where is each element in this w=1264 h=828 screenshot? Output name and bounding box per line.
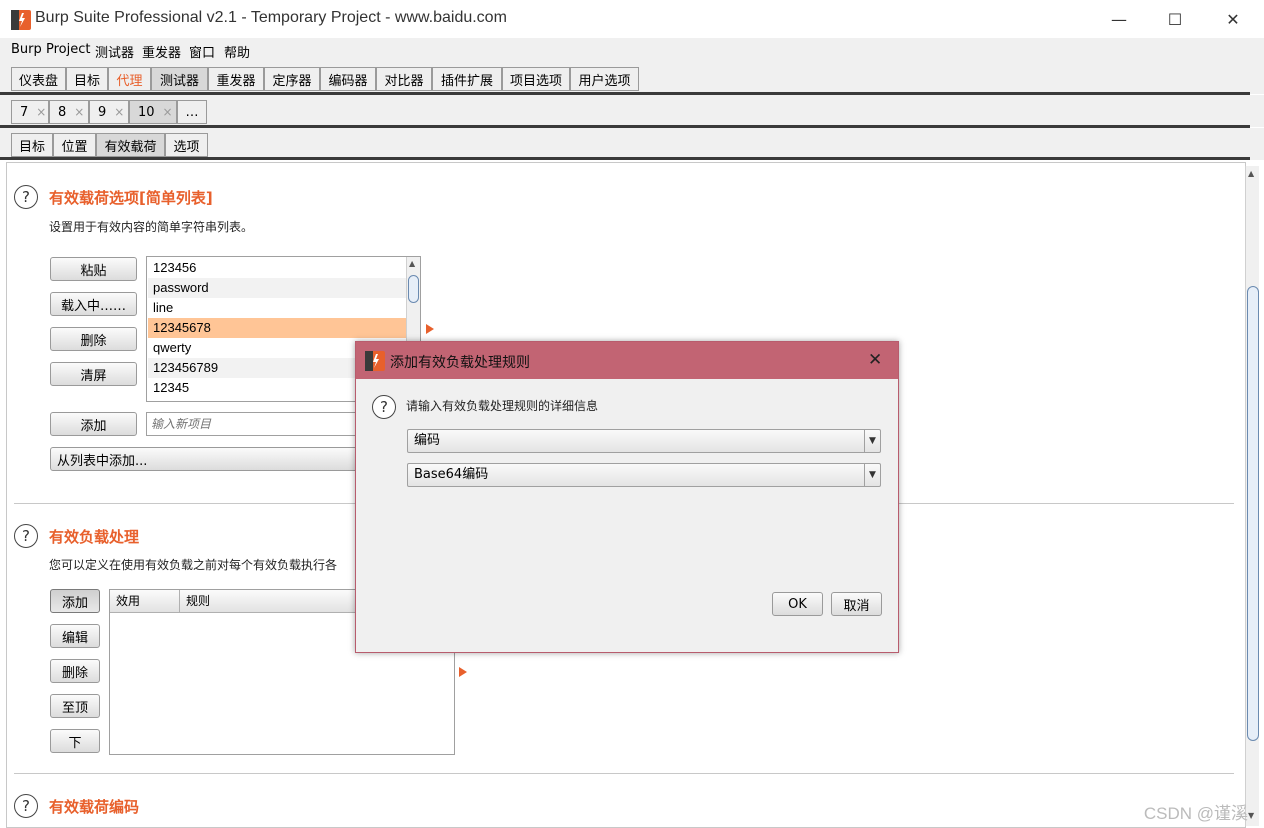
- close-tab-icon[interactable]: ×: [36, 105, 46, 119]
- close-icon[interactable]: ✕: [868, 350, 882, 370]
- chevron-down-icon[interactable]: ▼: [864, 464, 880, 486]
- rule-option-select[interactable]: Base64编码 ▼: [407, 463, 881, 487]
- menu-window[interactable]: 窗口: [189, 42, 215, 61]
- help-icon[interactable]: ?: [14, 794, 38, 818]
- tab-user-options[interactable]: 用户选项: [570, 67, 639, 91]
- remove-button[interactable]: 删除: [50, 327, 137, 351]
- list-item[interactable]: password: [148, 278, 406, 298]
- scroll-down-icon[interactable]: ▼: [1248, 811, 1254, 820]
- attack-tab-9[interactable]: 9 ×: [89, 100, 129, 124]
- load-button[interactable]: 载入中……: [50, 292, 137, 316]
- tab-repeater[interactable]: 重发器: [208, 67, 264, 91]
- subtab-target[interactable]: 目标: [11, 133, 53, 157]
- tab-divider: [0, 157, 1250, 160]
- attack-tab-7[interactable]: 7 ×: [11, 100, 49, 124]
- scroll-thumb[interactable]: [408, 275, 419, 303]
- attack-tab-label: 9: [98, 104, 107, 120]
- section-divider: [14, 773, 1234, 774]
- remove-rule-button[interactable]: 删除: [50, 659, 100, 683]
- attack-tab-label: 8: [58, 104, 67, 120]
- scroll-up-icon[interactable]: ▲: [409, 259, 415, 268]
- add-processing-rule-dialog: 添加有效负载处理规则 ✕ ? 请输入有效负载处理规则的详细信息 编码 ▼ Bas…: [355, 341, 899, 653]
- tab-intruder[interactable]: 测试器: [151, 67, 208, 91]
- list-item[interactable]: 123456: [148, 258, 406, 278]
- new-attack-tab[interactable]: …: [177, 100, 207, 124]
- paste-button[interactable]: 粘贴: [50, 257, 137, 281]
- list-item[interactable]: line: [148, 298, 406, 318]
- tab-comparer[interactable]: 对比器: [376, 67, 432, 91]
- tab-decoder[interactable]: 编码器: [320, 67, 376, 91]
- scroll-thumb[interactable]: [1247, 286, 1259, 741]
- add-rule-button[interactable]: 添加: [50, 589, 100, 613]
- payload-options-description: 设置用于有效内容的简单字符串列表。: [49, 220, 254, 234]
- attack-tab-label: 7: [20, 104, 29, 120]
- add-from-list-dropdown[interactable]: 从列表中添加...: [50, 447, 360, 471]
- menu-repeater[interactable]: 重发器: [142, 42, 181, 61]
- ok-button[interactable]: OK: [772, 592, 823, 616]
- tab-sequencer[interactable]: 定序器: [264, 67, 320, 91]
- minimize-button[interactable]: —: [1090, 0, 1148, 38]
- new-item-input[interactable]: [146, 412, 361, 436]
- payload-encoding-title: 有效载荷编码: [49, 798, 140, 816]
- dialog-title: 添加有效负载处理规则: [390, 355, 530, 371]
- window-title: Burp Suite Professional v2.1 - Temporary…: [35, 9, 507, 26]
- payload-processing-description: 您可以定义在使用有效负载之前对每个有效负载执行各: [49, 558, 338, 572]
- attack-tab-10[interactable]: 10 ×: [129, 100, 177, 124]
- burp-logo-icon: [365, 351, 385, 371]
- add-item-button[interactable]: 添加: [50, 412, 137, 436]
- close-tab-icon[interactable]: ×: [114, 105, 124, 119]
- menu-burp[interactable]: Burp: [11, 42, 42, 57]
- close-window-button[interactable]: ✕: [1204, 0, 1262, 38]
- tab-target[interactable]: 目标: [66, 67, 108, 91]
- maximize-button[interactable]: ☐: [1146, 0, 1204, 38]
- menu-intruder[interactable]: 测试器: [95, 42, 134, 61]
- move-up-button[interactable]: 至顶: [50, 694, 100, 718]
- tab-proxy[interactable]: 代理: [108, 67, 151, 91]
- edit-rule-button[interactable]: 编辑: [50, 624, 100, 648]
- rule-type-select[interactable]: 编码 ▼: [407, 429, 881, 453]
- column-enabled[interactable]: 效用: [110, 590, 180, 613]
- clear-button[interactable]: 清屏: [50, 362, 137, 386]
- cancel-button[interactable]: 取消: [831, 592, 882, 616]
- expand-arrow-icon[interactable]: [426, 324, 434, 334]
- subtab-payloads[interactable]: 有效载荷: [96, 133, 165, 157]
- attack-tab-label: 10: [138, 104, 155, 120]
- move-down-button[interactable]: 下: [50, 729, 100, 753]
- payload-options-title: 有效载荷选项[简单列表]: [49, 189, 213, 207]
- tab-project-options[interactable]: 项目选项: [502, 67, 570, 91]
- dialog-prompt: 请输入有效负载处理规则的详细信息: [406, 399, 599, 413]
- watermark: CSDN @谨溪: [1143, 804, 1248, 823]
- menu-help[interactable]: 帮助: [224, 42, 250, 61]
- list-item-selected[interactable]: 12345678: [148, 318, 406, 338]
- tab-dashboard[interactable]: 仪表盘: [11, 67, 66, 91]
- payload-processing-title: 有效负载处理: [49, 528, 140, 546]
- rule-option-value: Base64编码: [414, 467, 489, 482]
- close-tab-icon[interactable]: ×: [74, 105, 84, 119]
- burp-logo-icon: [11, 10, 31, 30]
- help-icon[interactable]: ?: [14, 185, 38, 209]
- attack-tab-8[interactable]: 8 ×: [49, 100, 89, 124]
- column-rule[interactable]: 规则: [180, 590, 380, 613]
- rule-type-value: 编码: [414, 433, 441, 448]
- tab-extender[interactable]: 插件扩展: [432, 67, 502, 91]
- help-icon[interactable]: ?: [372, 395, 396, 419]
- help-icon[interactable]: ?: [14, 524, 38, 548]
- main-scrollbar[interactable]: ▲ ▼: [1245, 166, 1259, 826]
- subtab-positions[interactable]: 位置: [53, 133, 96, 157]
- menu-project[interactable]: Project: [46, 42, 90, 57]
- close-tab-icon[interactable]: ×: [163, 105, 173, 119]
- subtab-options[interactable]: 选项: [165, 133, 208, 157]
- expand-arrow-icon[interactable]: [459, 667, 467, 677]
- scroll-up-icon[interactable]: ▲: [1248, 169, 1254, 178]
- chevron-down-icon[interactable]: ▼: [864, 430, 880, 452]
